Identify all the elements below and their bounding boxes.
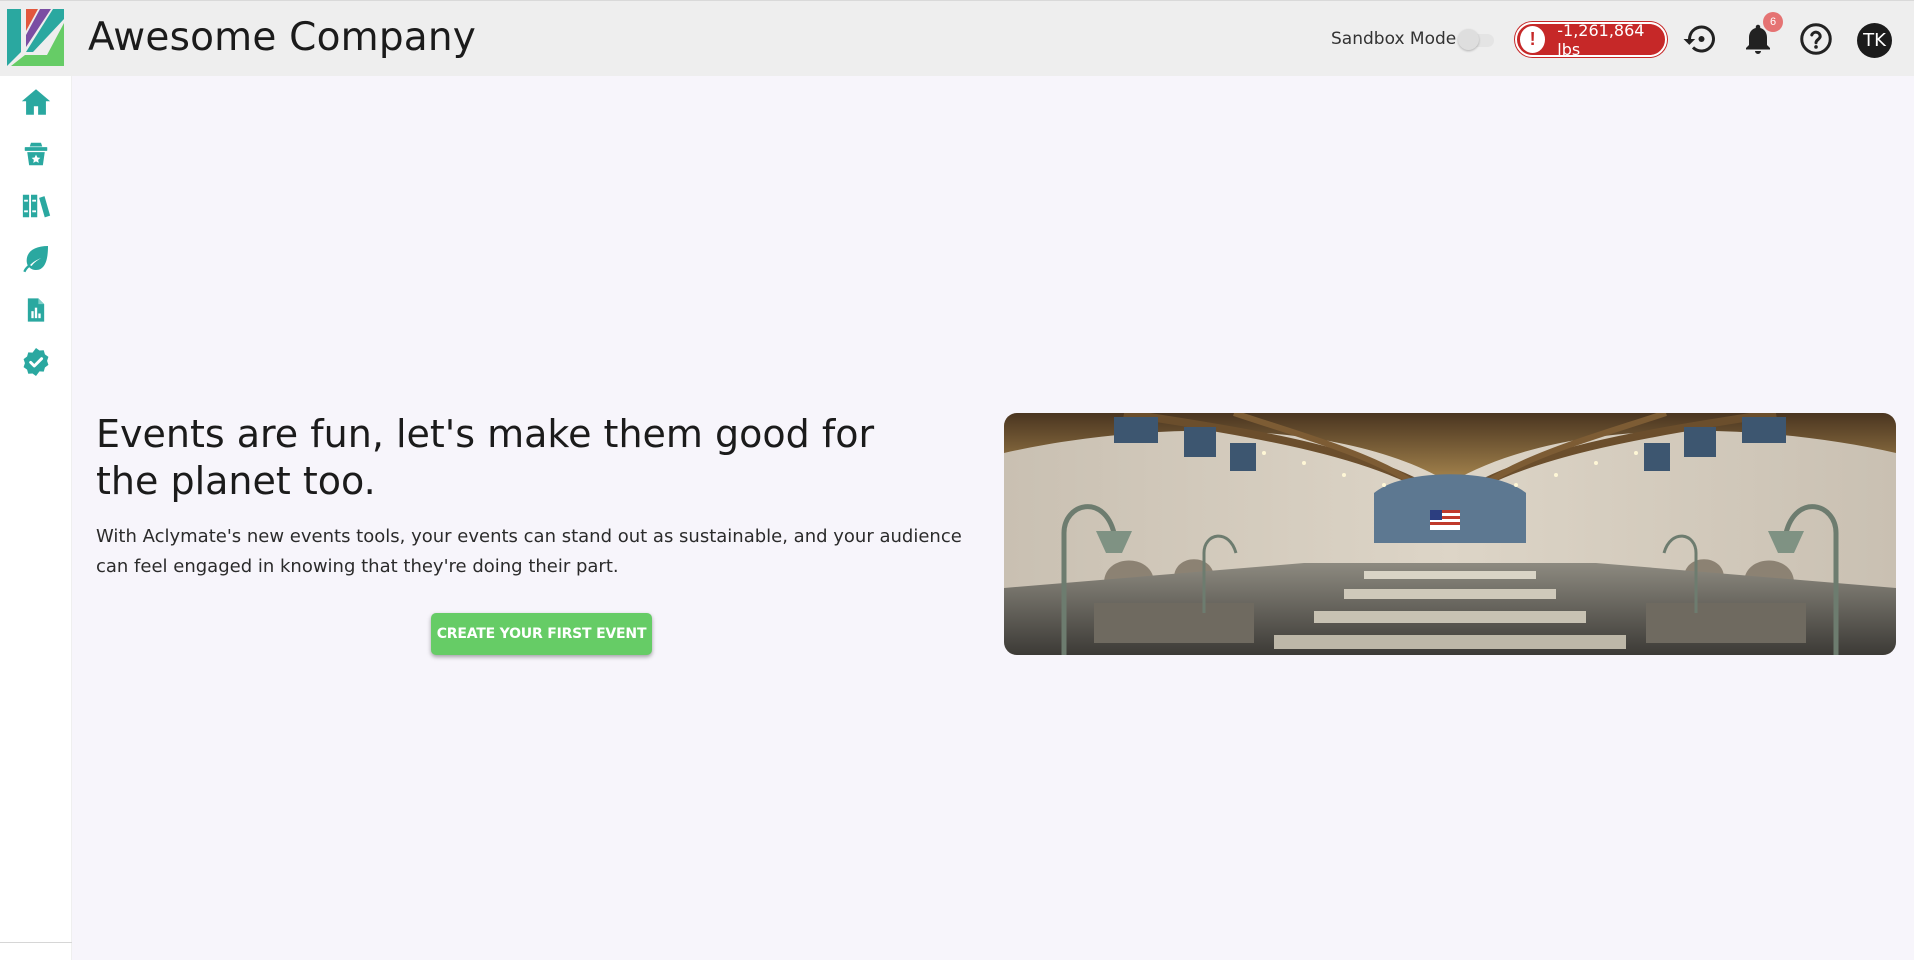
sidebar-item-home[interactable] — [17, 83, 55, 121]
hero-description: With Aclymate's new events tools, your e… — [96, 526, 962, 577]
top-bar: Awesome Company Sandbox Mode ! -1,261,86… — [0, 0, 1914, 76]
verified-badge-icon — [23, 348, 49, 376]
sandbox-mode-label: Sandbox Mode — [1331, 29, 1457, 49]
sidebar-item-offset-store[interactable] — [17, 135, 55, 173]
notification-count-badge: 6 — [1763, 12, 1783, 32]
sidebar-divider — [0, 942, 72, 943]
sidebar — [0, 76, 72, 960]
shopping-bag-icon — [24, 142, 48, 166]
help-icon[interactable] — [1798, 21, 1834, 57]
sidebar-item-verification[interactable] — [17, 343, 55, 381]
app-logo[interactable] — [7, 9, 64, 66]
toggle-thumb — [1458, 29, 1479, 50]
home-icon — [21, 89, 51, 115]
alert-icon: ! — [1520, 26, 1546, 53]
emissions-amount: -1,261,864 lbs — [1557, 20, 1645, 59]
hero-title: Events are fun, let's make them good for… — [96, 412, 875, 503]
sandbox-mode-toggle[interactable] — [1458, 29, 1496, 51]
books-icon — [22, 194, 51, 218]
history-icon[interactable] — [1682, 21, 1718, 57]
sidebar-item-reports[interactable] — [17, 291, 55, 329]
sidebar-item-sustainability[interactable] — [17, 239, 55, 277]
leaf-icon — [23, 246, 48, 273]
emissions-balance-badge[interactable]: ! -1,261,864 lbs — [1515, 20, 1667, 59]
user-avatar[interactable]: TK — [1857, 23, 1892, 58]
company-name: Awesome Company — [88, 15, 477, 60]
sidebar-item-library[interactable] — [17, 187, 55, 225]
create-first-event-button[interactable]: CREATE YOUR FIRST EVENT — [431, 613, 652, 655]
report-icon — [27, 298, 45, 322]
market-hall-image — [1004, 413, 1896, 655]
